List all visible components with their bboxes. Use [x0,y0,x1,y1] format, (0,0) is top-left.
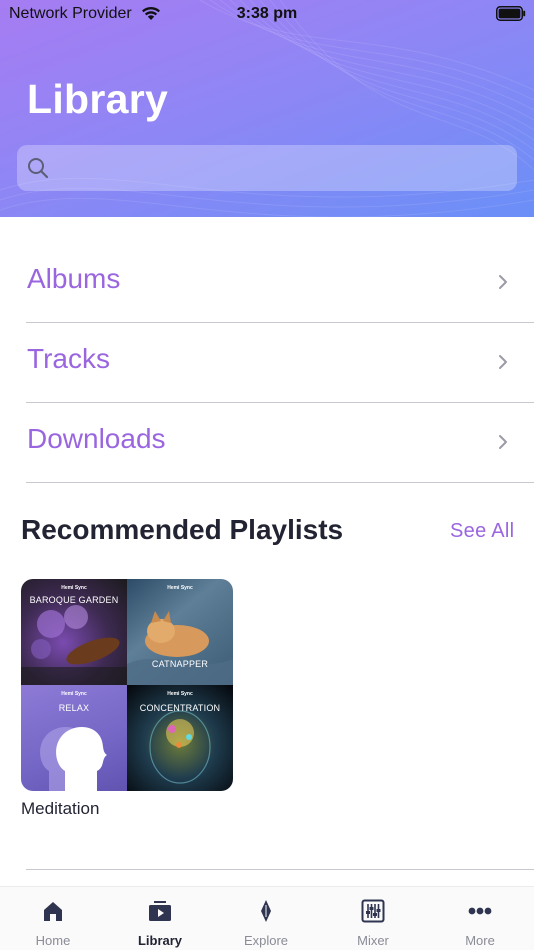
search-input[interactable] [61,145,507,191]
mixer-icon [361,899,385,923]
cover-tile-concentration: Hemi Sync CONCENTRATION [127,685,233,791]
cover-tile-baroque-garden: Hemi Sync BAROQUE GARDEN [21,579,127,685]
sleeping-kitten-artwork [127,611,233,685]
library-item-tracks[interactable]: Tracks [26,323,534,403]
hemi-sync-brand: Hemi Sync [167,691,193,697]
library-item-label: Downloads [27,423,166,454]
tab-mixer[interactable]: Mixer [320,887,426,950]
tab-library[interactable]: Library [107,887,213,950]
page-title: Library [27,76,169,122]
cover-tile-title: CONCENTRATION [139,703,221,713]
divider [26,869,534,870]
library-icon [149,901,171,921]
library-item-albums[interactable]: Albums [26,243,534,323]
house-icon [44,902,62,921]
tab-label: Library [137,933,183,948]
cover-tile-relax: Hemi Sync RELAX [21,685,127,791]
search-bar[interactable] [17,145,517,191]
explore-icon [261,900,271,922]
library-header: Network Provider 3:38 pm Library [0,0,534,217]
battery-icon [496,6,526,21]
tab-label: Home [35,933,71,948]
hemi-sync-brand: Hemi Sync [167,585,193,591]
clock-time: 3:38 pm [236,5,298,22]
tab-explore[interactable]: Explore [213,887,319,950]
tab-more[interactable]: More [427,887,533,950]
chevron-right-icon [499,435,507,449]
recommended-playlists-title: Recommended Playlists [21,514,344,545]
tab-label: Mixer [357,933,389,948]
tab-bar: Home Library Explore Mixer More [0,886,534,950]
chevron-right-icon [499,355,507,369]
library-item-downloads[interactable]: Downloads [26,403,534,483]
cover-tile-title: CATNAPPER [151,659,209,669]
cover-tile-catnapper: Hemi Sync CATNAPPER [127,579,233,685]
tab-home[interactable]: Home [0,887,106,950]
playlist-name[interactable]: Meditation [21,799,99,819]
library-item-label: Albums [27,263,121,294]
search-icon [28,158,49,179]
see-all-link[interactable]: See All [450,520,514,543]
cover-tile-title: RELAX [58,703,90,713]
library-item-label: Tracks [27,343,110,374]
glowing-brain-artwork [149,710,211,784]
tab-label: Explore [243,933,289,948]
head-silhouette-artwork [40,726,107,791]
tab-label: More [465,933,495,948]
playlist-card-meditation[interactable]: Hemi Sync BAROQUE GARDEN Hemi Sync CATNA… [21,579,233,791]
status-bar: Network Provider 3:38 pm [0,0,534,30]
more-dots-icon [468,907,492,915]
cover-tile-title: BAROQUE GARDEN [29,595,119,605]
hemi-sync-brand: Hemi Sync [61,691,87,697]
chevron-right-icon [499,275,507,289]
hemi-sync-brand: Hemi Sync [61,585,87,591]
